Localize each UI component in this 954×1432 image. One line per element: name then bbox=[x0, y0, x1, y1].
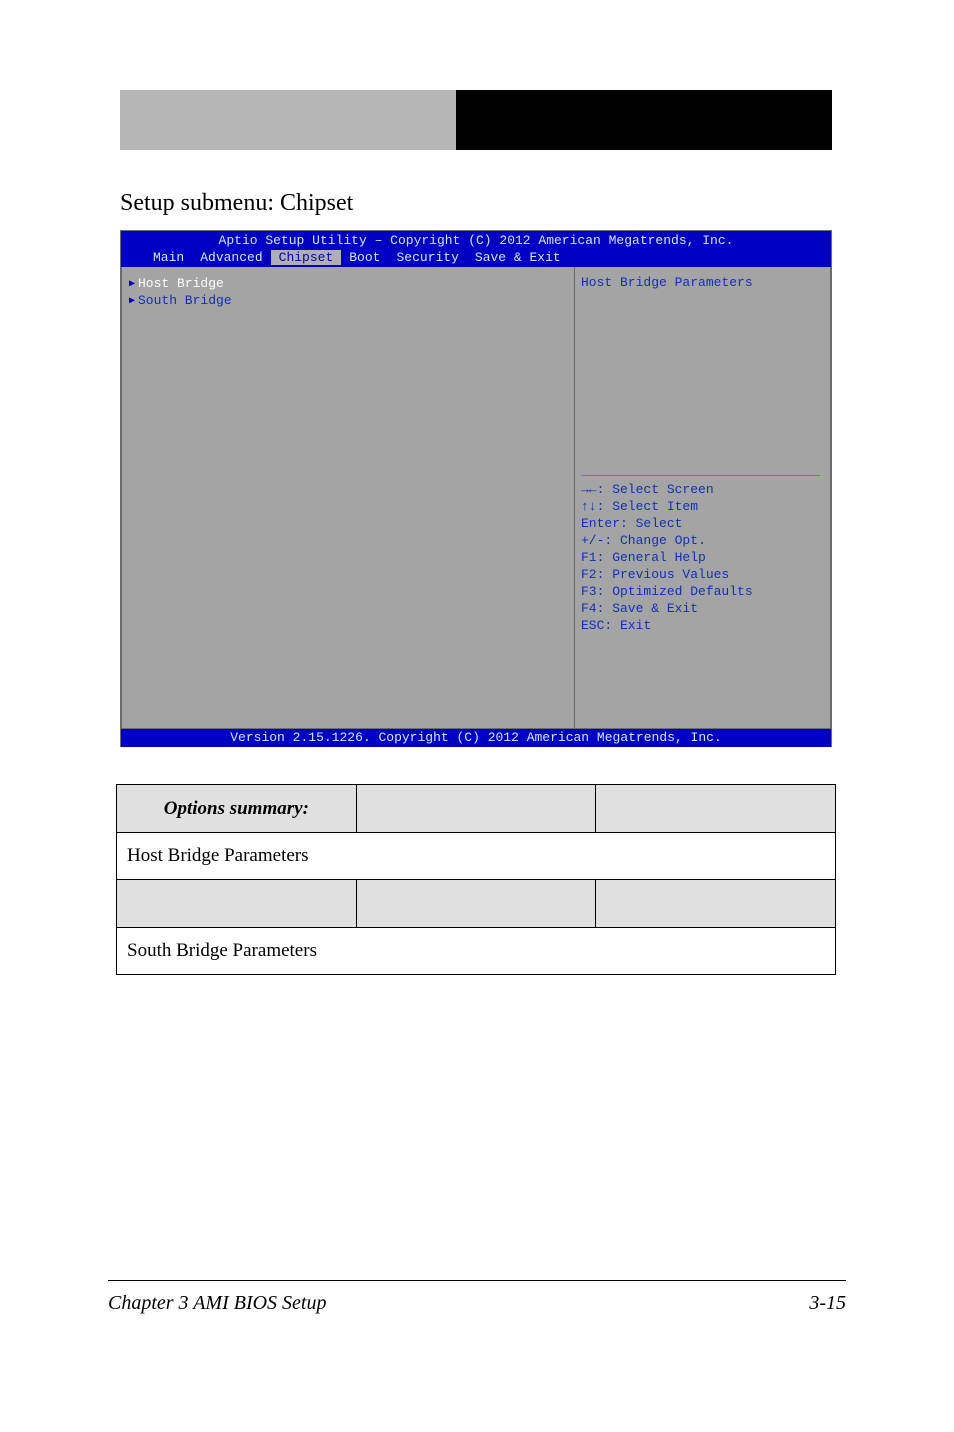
bios-title-bar: Aptio Setup Utility – Copyright (C) 2012… bbox=[121, 231, 831, 267]
bios-right-pane: Host Bridge Parameters →←: Select Screen… bbox=[575, 267, 831, 729]
table-row: Host Bridge Parameters bbox=[117, 833, 836, 880]
bios-item-label: South Bridge bbox=[138, 293, 232, 308]
bios-key-line: Enter: Select bbox=[581, 515, 753, 532]
table-desc-cell: Host Bridge Parameters bbox=[117, 833, 836, 880]
bios-key-line: F3: Optimized Defaults bbox=[581, 583, 753, 600]
bios-screenshot: Aptio Setup Utility – Copyright (C) 2012… bbox=[120, 230, 832, 747]
table-header-cell bbox=[596, 880, 836, 928]
table-row: South Bridge Parameters bbox=[117, 928, 836, 975]
bios-key-line: F4: Save & Exit bbox=[581, 600, 753, 617]
bios-left-pane: ▶ Host Bridge ▶ South Bridge bbox=[121, 267, 575, 729]
bios-item-south-bridge[interactable]: ▶ South Bridge bbox=[126, 292, 574, 309]
bios-key-line: +/-: Change Opt. bbox=[581, 532, 753, 549]
bios-menu-chipset[interactable]: Chipset bbox=[271, 250, 342, 265]
bios-help-text: Host Bridge Parameters bbox=[581, 275, 830, 290]
options-summary-table: Options summary: Host Bridge Parameters … bbox=[116, 784, 836, 975]
header-black-block bbox=[456, 90, 832, 150]
table-header-cell bbox=[356, 880, 596, 928]
bios-key-line: ↑↓: Select Item bbox=[581, 498, 753, 515]
table-header-cell bbox=[596, 785, 836, 833]
footer-rule bbox=[108, 1280, 846, 1281]
bios-key-line: F1: General Help bbox=[581, 549, 753, 566]
bios-footer-bar: Version 2.15.1226. Copyright (C) 2012 Am… bbox=[121, 729, 831, 747]
bios-key-line: ESC: Exit bbox=[581, 617, 753, 634]
bios-menu-advanced[interactable]: Advanced bbox=[192, 250, 270, 265]
bios-key-line: →←: Select Screen bbox=[581, 481, 753, 498]
bios-item-label: Host Bridge bbox=[138, 276, 224, 291]
bios-key-line: F2: Previous Values bbox=[581, 566, 753, 583]
bios-menu-main[interactable]: Main bbox=[145, 250, 192, 265]
bios-key-legend: →←: Select Screen ↑↓: Select Item Enter:… bbox=[581, 481, 753, 634]
bios-item-host-bridge[interactable]: ▶ Host Bridge bbox=[126, 275, 574, 292]
page-header-band bbox=[120, 90, 832, 150]
table-header-cell bbox=[117, 880, 357, 928]
submenu-arrow-icon: ▶ bbox=[126, 278, 138, 290]
bios-menu-boot[interactable]: Boot bbox=[341, 250, 388, 265]
bios-menu-security[interactable]: Security bbox=[388, 250, 466, 265]
table-header-cell: Options summary: bbox=[117, 785, 357, 833]
footer-right-text: 3-15 bbox=[809, 1292, 846, 1315]
table-header-row: Options summary: bbox=[117, 785, 836, 833]
bios-menu-bar: Main Advanced Chipset Boot Security Save… bbox=[121, 250, 831, 265]
bios-right-divider bbox=[581, 475, 820, 476]
bios-body: ▶ Host Bridge ▶ South Bridge Host Bridge… bbox=[121, 267, 831, 729]
bios-menu-save-exit[interactable]: Save & Exit bbox=[467, 250, 569, 265]
bios-title-text: Aptio Setup Utility – Copyright (C) 2012… bbox=[121, 233, 831, 248]
section-heading: Setup submenu: Chipset bbox=[120, 190, 353, 217]
header-gray-block bbox=[120, 90, 456, 150]
table-desc-cell: South Bridge Parameters bbox=[117, 928, 836, 975]
table-header-row bbox=[117, 880, 836, 928]
table-header-cell bbox=[356, 785, 596, 833]
submenu-arrow-icon: ▶ bbox=[126, 295, 138, 307]
footer-left-text: Chapter 3 AMI BIOS Setup bbox=[108, 1292, 327, 1315]
